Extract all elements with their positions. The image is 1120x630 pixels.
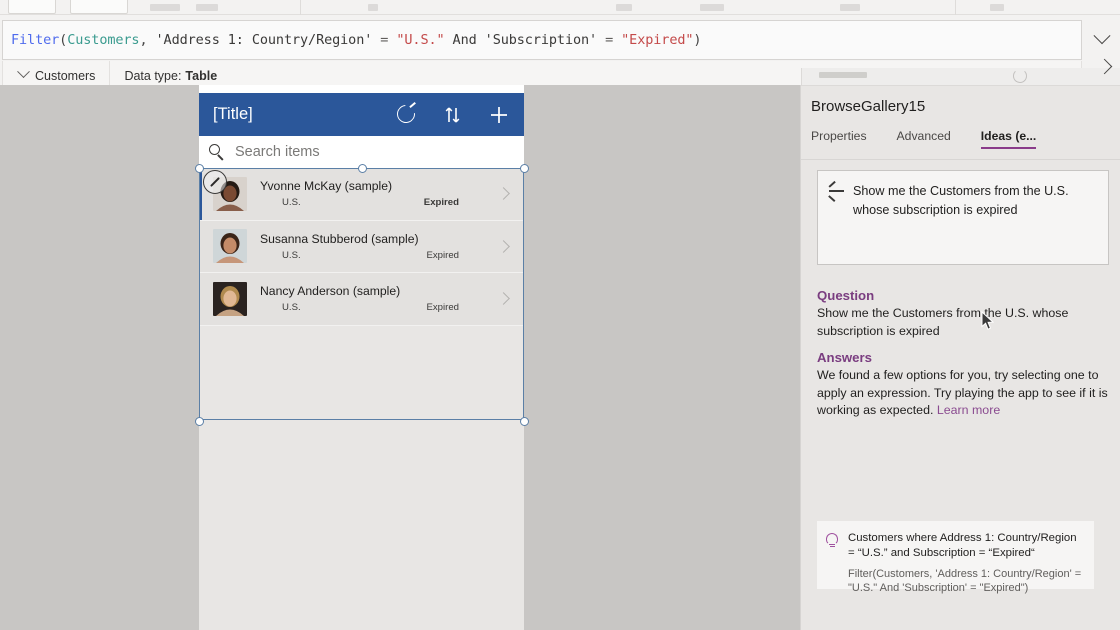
toolbar-ghost-label (700, 4, 724, 11)
chevron-down-icon (1094, 27, 1111, 44)
gallery-item-name: Nancy Anderson (sample) (260, 284, 493, 300)
gallery-item-body: Yvonne McKay (sample) U.S. Expired (247, 179, 499, 208)
toolbar-chip[interactable] (8, 0, 56, 14)
add-icon[interactable] (488, 104, 510, 126)
formula-token: ) (693, 32, 701, 48)
panel-ghost-icon (1013, 69, 1027, 83)
suggestion-expression: Filter(Customers, 'Address 1: Country/Re… (848, 567, 1084, 595)
gallery-item-status: Expired (426, 250, 459, 261)
avatar (213, 229, 247, 263)
panel-ghost-label (819, 72, 867, 78)
gallery-item-status: Expired (424, 197, 459, 208)
chevron-right-icon[interactable] (497, 292, 510, 305)
learn-more-link[interactable]: Learn more (937, 403, 1000, 417)
search-icon (209, 144, 225, 160)
formula-token: 'Subscription' (485, 32, 597, 48)
chevron-right-icon (1096, 58, 1112, 74)
question-body: Show me the Customers from the U.S. whos… (817, 305, 1109, 340)
panel-tabs[interactable]: Properties Advanced Ideas (e... (811, 129, 1036, 149)
gallery-item-subrow: U.S. Expired (260, 195, 493, 208)
app-screen[interactable]: [Title] (199, 85, 524, 630)
sort-icon[interactable] (442, 104, 464, 126)
toolbar-strip (0, 0, 1120, 15)
lightbulb-icon (826, 533, 839, 551)
app-canvas[interactable]: [Title] (0, 85, 800, 630)
toolbar-ghost-icon (616, 4, 632, 11)
chevron-down-icon (17, 65, 30, 78)
gallery-item[interactable]: Nancy Anderson (sample) U.S. Expired (199, 273, 524, 326)
gallery-item-name: Yvonne McKay (sample) (260, 179, 493, 195)
formula-token: Filter (11, 32, 59, 48)
panel-collapse-button[interactable] (1091, 53, 1117, 79)
formula-token: , (139, 32, 155, 48)
formula-token: = (597, 32, 621, 48)
panel-control-name: BrowseGallery15 (811, 98, 925, 115)
gallery-title: [Title] (213, 105, 253, 124)
gallery-item-country: U.S. (282, 197, 301, 208)
suggestion-card[interactable]: Customers where Address 1: Country/Regio… (817, 521, 1094, 589)
gallery-item-body: Susanna Stubberod (sample) U.S. Expired (247, 232, 499, 261)
back-arrow-icon[interactable] (828, 184, 844, 198)
toolbar-divider (955, 0, 956, 15)
formula-input[interactable]: Filter(Customers, 'Address 1: Country/Re… (2, 20, 1082, 60)
gallery-item-subrow: U.S. Expired (260, 248, 493, 261)
gallery-item-body: Nancy Anderson (sample) U.S. Expired (247, 284, 499, 313)
formula-text: Filter(Customers, 'Address 1: Country/Re… (3, 32, 701, 48)
toolbar-divider (300, 0, 301, 15)
toolbar-ghost-icon (368, 4, 378, 11)
datatype-label: Data type: (124, 69, 181, 83)
gallery-item[interactable]: Yvonne McKay (sample) U.S. Expired (199, 168, 524, 221)
gallery-item-subrow: U.S. Expired (260, 300, 493, 313)
refresh-icon[interactable] (396, 104, 418, 126)
question-input-text: Show me the Customers from the U.S. whos… (853, 182, 1096, 264)
question-heading: Question (817, 288, 874, 303)
gallery-header: [Title] (199, 93, 524, 136)
gallery-list[interactable]: Yvonne McKay (sample)U.S.ExpiredSusanna … (199, 168, 524, 630)
answers-heading: Answers (817, 350, 872, 365)
pencil-edit-icon[interactable] (203, 170, 227, 194)
formula-source-label: Customers (35, 69, 95, 83)
chevron-right-icon[interactable] (497, 240, 510, 253)
gallery-item-country: U.S. (282, 250, 301, 261)
answers-body: We found a few options for you, try sele… (817, 367, 1109, 420)
toolbar-ghost-icon (990, 4, 1004, 11)
mouse-pointer-icon (981, 311, 995, 331)
suggestion-description: Customers where Address 1: Country/Regio… (848, 531, 1084, 560)
search-placeholder: Search items (235, 144, 320, 160)
toolbar-chip[interactable] (70, 0, 128, 14)
formula-token: "U.S." (396, 32, 444, 48)
formula-token: Customers (67, 32, 139, 48)
gallery-item-status: Expired (426, 302, 459, 313)
question-input-box[interactable]: Show me the Customers from the U.S. whos… (817, 170, 1109, 265)
gallery-item-name: Susanna Stubberod (sample) (260, 232, 493, 248)
formula-token: 'Address 1: Country/Region' (156, 32, 373, 48)
powerapps-studio-window: Filter(Customers, 'Address 1: Country/Re… (0, 0, 1120, 630)
properties-panel: BrowseGallery15 Properties Advanced Ideas … (800, 85, 1120, 630)
tab-properties[interactable]: Properties (811, 129, 867, 149)
formula-token: = (372, 32, 396, 48)
gallery-item-country: U.S. (282, 302, 301, 313)
toolbar-ghost-label (196, 4, 218, 11)
avatar (213, 282, 247, 316)
datatype-value: Table (185, 69, 217, 83)
formula-token: "Expired" (621, 32, 693, 48)
tab-advanced[interactable]: Advanced (897, 129, 951, 149)
formula-token: ( (59, 32, 67, 48)
toolbar-ghost-label (150, 4, 180, 11)
gallery-item[interactable]: Susanna Stubberod (sample) U.S. Expired (199, 221, 524, 274)
formula-token: And (445, 32, 485, 48)
chevron-right-icon[interactable] (497, 187, 510, 200)
tab-ideas-e[interactable]: Ideas (e... (981, 129, 1037, 149)
toolbar-ghost-label (840, 4, 860, 11)
panel-tab-underline (801, 159, 1120, 160)
gallery-search-box[interactable]: Search items (199, 136, 524, 168)
